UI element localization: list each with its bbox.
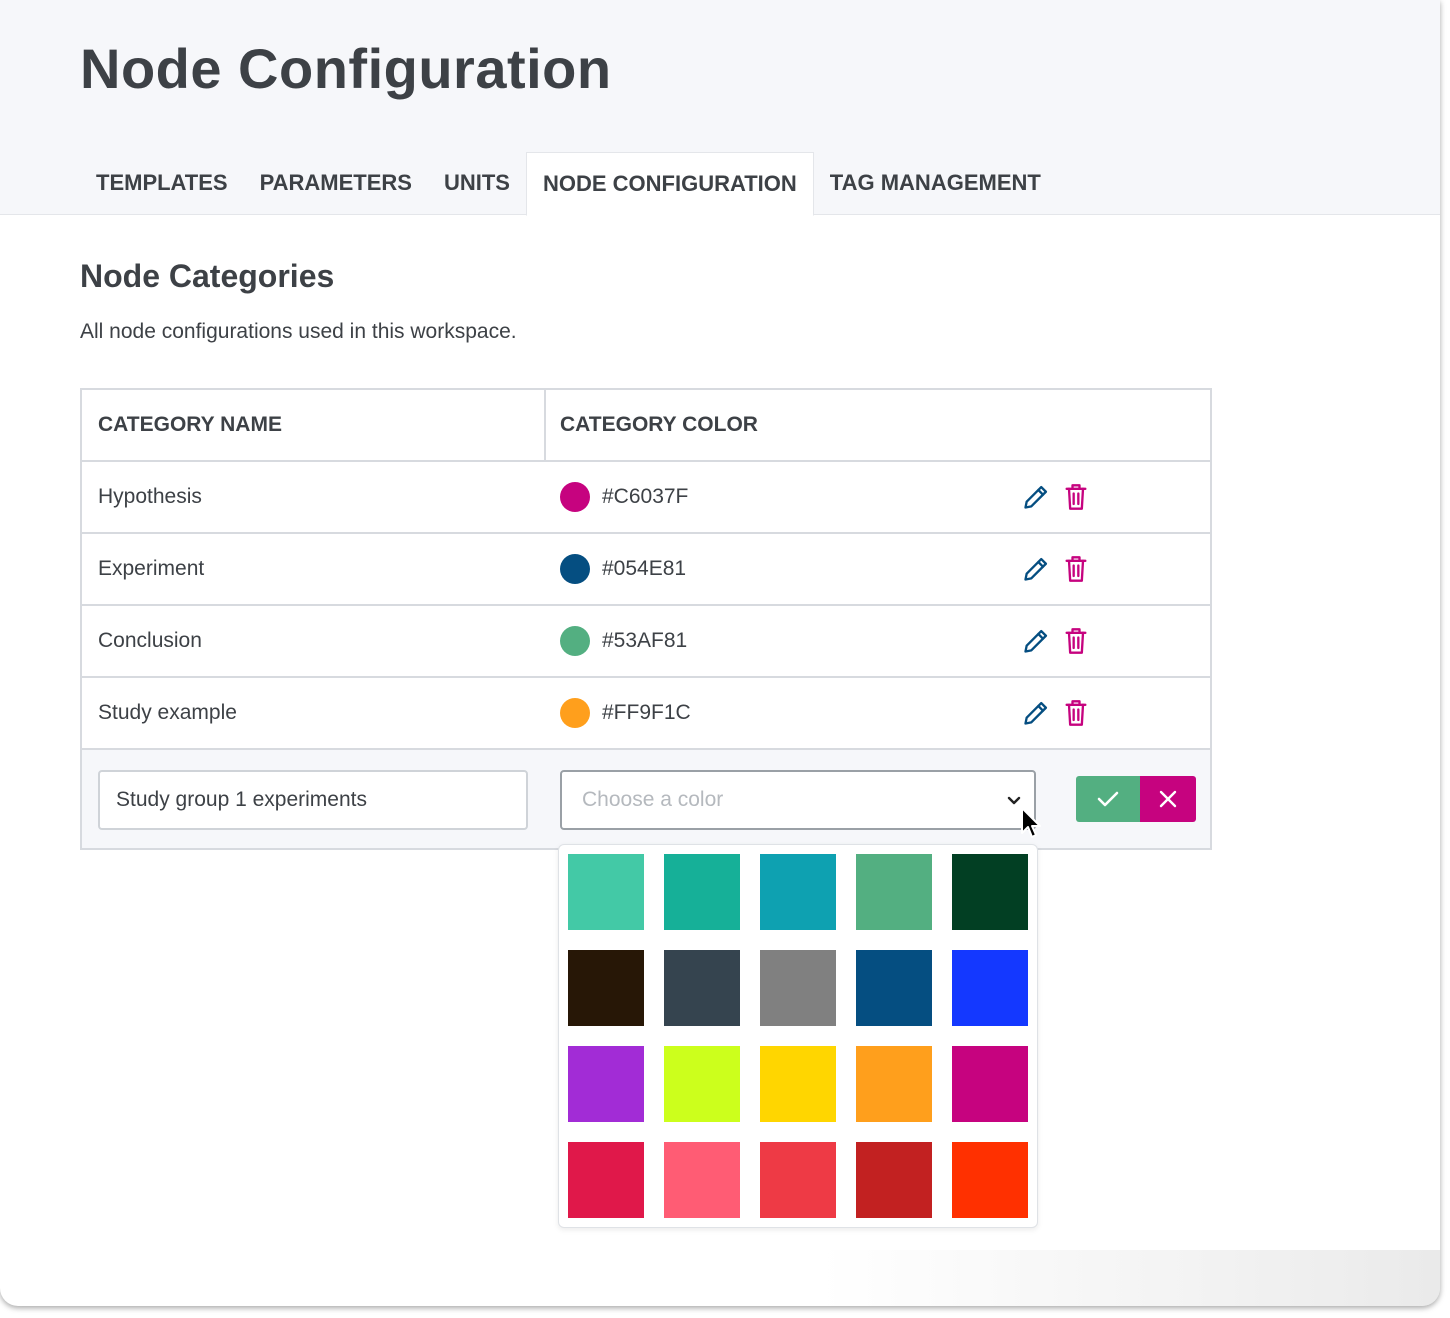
pencil-icon — [1024, 557, 1048, 581]
table-row: Conclusion #53AF81 — [82, 606, 1210, 678]
delete-button[interactable] — [1064, 699, 1088, 727]
color-palette-grid — [568, 854, 1028, 1218]
table-row: Study example #FF9F1C — [82, 678, 1210, 750]
pencil-icon — [1024, 701, 1048, 725]
trash-icon — [1065, 556, 1087, 582]
color-swatch[interactable] — [952, 1142, 1028, 1218]
color-swatch[interactable] — [760, 1142, 836, 1218]
color-swatch[interactable] — [856, 854, 932, 930]
column-header-color: CATEGORY COLOR — [560, 413, 758, 436]
color-swatch[interactable] — [664, 950, 740, 1026]
tab-bar: TEMPLATES PARAMETERS UNITS NODE CONFIGUR… — [80, 152, 1057, 216]
mouse-cursor-icon — [1021, 807, 1041, 838]
color-swatch[interactable] — [568, 950, 644, 1026]
color-swatch[interactable] — [760, 950, 836, 1026]
color-palette-dropdown — [558, 844, 1038, 1228]
pencil-icon — [1024, 629, 1048, 653]
category-name-input[interactable] — [98, 770, 528, 830]
window-corner-shadow — [820, 1250, 1440, 1306]
color-swatch[interactable] — [856, 950, 932, 1026]
tab-templates[interactable]: TEMPLATES — [80, 152, 244, 214]
edit-button[interactable] — [1022, 555, 1050, 583]
close-icon — [1159, 790, 1177, 808]
tab-units[interactable]: UNITS — [428, 152, 526, 214]
color-dot — [560, 482, 590, 512]
color-swatch[interactable] — [952, 1046, 1028, 1122]
category-name: Hypothesis — [98, 485, 202, 508]
delete-button[interactable] — [1064, 555, 1088, 583]
category-hex: #C6037F — [602, 485, 689, 508]
edit-button[interactable] — [1022, 627, 1050, 655]
color-swatch[interactable] — [856, 1046, 932, 1122]
confirm-button[interactable] — [1076, 776, 1140, 822]
column-header-name: CATEGORY NAME — [82, 390, 546, 460]
category-name: Conclusion — [98, 629, 202, 652]
color-swatch[interactable] — [952, 950, 1028, 1026]
color-swatch[interactable] — [664, 854, 740, 930]
color-dot — [560, 554, 590, 584]
color-swatch[interactable] — [760, 854, 836, 930]
trash-icon — [1065, 484, 1087, 510]
table-header: CATEGORY NAME CATEGORY COLOR — [82, 390, 1210, 462]
trash-icon — [1065, 628, 1087, 654]
section-description: All node configurations used in this wor… — [80, 320, 517, 343]
table-row: Experiment #054E81 — [82, 534, 1210, 606]
page-title: Node Configuration — [80, 37, 612, 100]
edit-button[interactable] — [1022, 699, 1050, 727]
color-dot — [560, 626, 590, 656]
color-dot — [560, 698, 590, 728]
delete-button[interactable] — [1064, 483, 1088, 511]
check-icon — [1097, 791, 1119, 807]
category-name: Study example — [98, 701, 237, 724]
delete-button[interactable] — [1064, 627, 1088, 655]
pencil-icon — [1024, 485, 1048, 509]
tab-node-configuration[interactable]: NODE CONFIGURATION — [525, 152, 814, 216]
tab-tag-management[interactable]: TAG MANAGEMENT — [814, 152, 1057, 214]
category-hex: #054E81 — [602, 557, 687, 580]
color-select[interactable]: Choose a color — [560, 770, 1036, 830]
color-swatch[interactable] — [952, 854, 1028, 930]
color-swatch[interactable] — [856, 1142, 932, 1218]
category-hex: #53AF81 — [602, 629, 688, 652]
table-row: Hypothesis #C6037F — [82, 462, 1210, 534]
edit-button[interactable] — [1022, 483, 1050, 511]
category-name: Experiment — [98, 557, 205, 580]
trash-icon — [1065, 700, 1087, 726]
app-window: Node Configuration TEMPLATES PARAMETERS … — [0, 0, 1440, 1306]
color-select-placeholder: Choose a color — [582, 788, 724, 811]
color-swatch[interactable] — [664, 1046, 740, 1122]
color-swatch[interactable] — [568, 1046, 644, 1122]
color-swatch[interactable] — [568, 854, 644, 930]
cancel-button[interactable] — [1140, 776, 1196, 822]
color-swatch[interactable] — [568, 1142, 644, 1218]
color-swatch[interactable] — [664, 1142, 740, 1218]
page-header: Node Configuration TEMPLATES PARAMETERS … — [0, 0, 1440, 216]
category-hex: #FF9F1C — [602, 701, 691, 724]
tab-parameters[interactable]: PARAMETERS — [244, 152, 428, 214]
categories-table: CATEGORY NAME CATEGORY COLOR Hypothesis … — [80, 388, 1212, 850]
color-swatch[interactable] — [760, 1046, 836, 1122]
section-title: Node Categories — [80, 258, 335, 294]
